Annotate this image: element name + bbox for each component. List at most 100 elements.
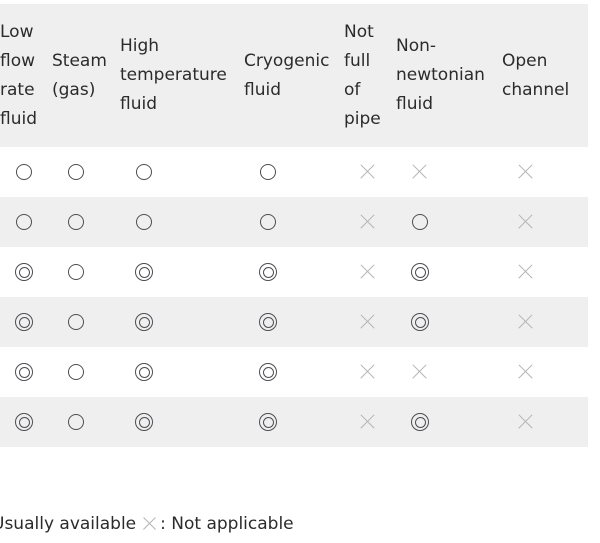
circle-icon	[65, 211, 87, 233]
table-cell	[344, 297, 396, 347]
circle-icon	[257, 211, 279, 233]
table-cell	[120, 147, 244, 197]
circle-icon	[65, 261, 87, 283]
column-header-not-full-of-pipe: Not full of pipe	[344, 4, 396, 147]
column-header-steam-gas: Steam (gas)	[52, 4, 120, 147]
double-circle-icon	[257, 311, 279, 333]
cross-icon	[515, 211, 537, 233]
circle-icon	[65, 161, 87, 183]
circle-icon	[65, 411, 87, 433]
circle-icon	[65, 361, 87, 383]
table-cell	[244, 197, 344, 247]
table-cell	[0, 397, 52, 447]
table-cell	[396, 397, 502, 447]
table-header: Low flow rate fluid Steam (gas) High tem…	[0, 4, 588, 147]
table-cell	[52, 147, 120, 197]
column-header-label: Non-newtonian fluid	[396, 36, 485, 114]
table-row	[0, 297, 588, 347]
table-row	[0, 247, 588, 297]
table-cell	[52, 297, 120, 347]
column-header-label: Open channel	[502, 50, 570, 100]
double-circle-icon	[409, 261, 431, 283]
table-cell	[0, 297, 52, 347]
circle-icon	[13, 161, 35, 183]
table-cell	[396, 197, 502, 247]
table-cell	[502, 147, 588, 197]
table-cell	[344, 397, 396, 447]
circle-icon	[13, 211, 35, 233]
column-header-high-temperature-fluid: High temperature fluid	[120, 4, 244, 147]
circle-icon	[257, 161, 279, 183]
legend-not-applicable-label: : Not applicable	[160, 514, 294, 534]
table-cell	[344, 197, 396, 247]
legend-available-label: Usually available	[0, 514, 137, 534]
double-circle-icon	[133, 361, 155, 383]
table-cell	[244, 397, 344, 447]
table-row	[0, 347, 588, 397]
table-cell	[502, 197, 588, 247]
double-circle-icon	[133, 411, 155, 433]
table-cell	[0, 197, 52, 247]
table-header-row: Low flow rate fluid Steam (gas) High tem…	[0, 4, 588, 147]
cross-icon	[409, 161, 431, 183]
table-cell	[120, 247, 244, 297]
table-row	[0, 197, 588, 247]
column-header-low-flow-rate-fluid: Low flow rate fluid	[0, 4, 52, 147]
circle-icon	[65, 311, 87, 333]
double-circle-icon	[257, 411, 279, 433]
double-circle-icon	[133, 311, 155, 333]
column-header-cryogenic-fluid: Cryogenic fluid	[244, 4, 344, 147]
table-cell	[244, 297, 344, 347]
cross-icon	[357, 211, 379, 233]
table-cell	[0, 347, 52, 397]
legend: Usually available : Not applicable	[0, 513, 600, 535]
column-header-open-channel: Open channel	[502, 4, 588, 147]
circle-icon	[409, 211, 431, 233]
table-cell	[244, 147, 344, 197]
double-circle-icon	[13, 311, 35, 333]
double-circle-icon	[257, 361, 279, 383]
table-cell	[396, 297, 502, 347]
cross-icon	[515, 261, 537, 283]
double-circle-icon	[133, 261, 155, 283]
table-cell	[120, 197, 244, 247]
cross-icon	[515, 361, 537, 383]
double-circle-icon	[257, 261, 279, 283]
comparison-table-page: Low flow rate fluid Steam (gas) High tem…	[0, 0, 600, 543]
table-cell	[120, 297, 244, 347]
table-cell	[502, 347, 588, 397]
double-circle-icon	[13, 411, 35, 433]
cross-icon	[515, 311, 537, 333]
table-cell	[244, 347, 344, 397]
cross-icon	[357, 411, 379, 433]
cross-icon	[357, 161, 379, 183]
table-cell	[344, 147, 396, 197]
column-header-label: Not full of pipe	[344, 21, 381, 129]
column-header-label: Steam (gas)	[52, 50, 107, 100]
table-cell	[244, 247, 344, 297]
table-cell	[502, 247, 588, 297]
cross-icon	[515, 411, 537, 433]
cross-icon	[515, 161, 537, 183]
column-header-label: Low flow rate fluid	[0, 21, 37, 129]
table-cell	[120, 397, 244, 447]
table-cell	[502, 397, 588, 447]
table-row	[0, 147, 588, 197]
cross-icon	[357, 261, 379, 283]
table-cell	[52, 197, 120, 247]
fluid-compatibility-table: Low flow rate fluid Steam (gas) High tem…	[0, 4, 588, 447]
column-header-label: Cryogenic fluid	[244, 50, 330, 100]
cross-icon	[357, 361, 379, 383]
table-cell	[0, 147, 52, 197]
table-row	[0, 397, 588, 447]
double-circle-icon	[409, 411, 431, 433]
circle-icon	[133, 211, 155, 233]
double-circle-icon	[13, 361, 35, 383]
table-cell	[344, 347, 396, 397]
cross-icon	[357, 311, 379, 333]
cross-icon	[409, 361, 431, 383]
double-circle-icon	[13, 261, 35, 283]
table-cell	[0, 247, 52, 297]
circle-icon	[133, 161, 155, 183]
table-body	[0, 147, 588, 447]
